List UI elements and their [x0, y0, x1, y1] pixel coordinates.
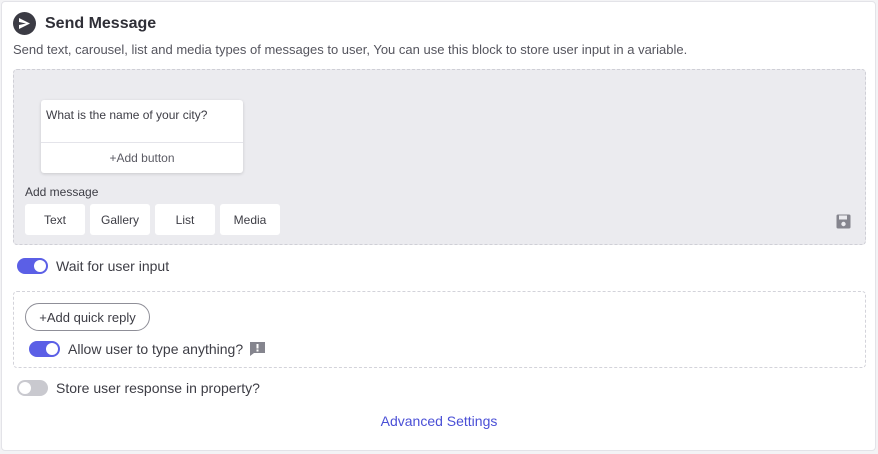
advanced-settings-link[interactable]: Advanced Settings: [0, 413, 878, 429]
add-button-button[interactable]: +Add button: [41, 143, 243, 173]
send-message-panel: Send Message Send text, carousel, list a…: [1, 1, 876, 451]
wait-for-input-label: Wait for user input: [56, 258, 170, 274]
block-header: Send Message: [13, 12, 156, 35]
add-media-button[interactable]: Media: [220, 204, 280, 235]
add-quick-reply-button[interactable]: +Add quick reply: [25, 303, 150, 331]
add-text-button[interactable]: Text: [25, 204, 85, 235]
wait-for-input-row: Wait for user input: [17, 258, 169, 274]
send-icon: [13, 12, 36, 35]
store-response-toggle[interactable]: [17, 380, 48, 396]
add-list-button[interactable]: List: [155, 204, 215, 235]
store-response-row: Store user response in property?: [17, 380, 260, 396]
message-text[interactable]: What is the name of your city?: [46, 108, 207, 122]
message-area: What is the name of your city? +Add butt…: [13, 69, 866, 245]
block-title: Send Message: [45, 14, 157, 32]
allow-typing-label: Allow user to type anything?: [68, 341, 244, 357]
quick-reply-area: +Add quick reply Allow user to type anyt…: [13, 291, 866, 368]
chat-bubble-icon[interactable]: [249, 341, 266, 357]
message-card[interactable]: What is the name of your city? +Add butt…: [41, 100, 243, 173]
add-gallery-button[interactable]: Gallery: [90, 204, 150, 235]
block-description: Send text, carousel, list and media type…: [13, 42, 688, 57]
store-response-label: Store user response in property?: [56, 380, 260, 396]
wait-for-input-toggle[interactable]: [17, 258, 48, 274]
add-message-label: Add message: [25, 185, 99, 199]
allow-typing-row: Allow user to type anything?: [29, 341, 266, 357]
floppy-disk-icon[interactable]: [836, 214, 851, 234]
allow-typing-toggle[interactable]: [29, 341, 60, 357]
